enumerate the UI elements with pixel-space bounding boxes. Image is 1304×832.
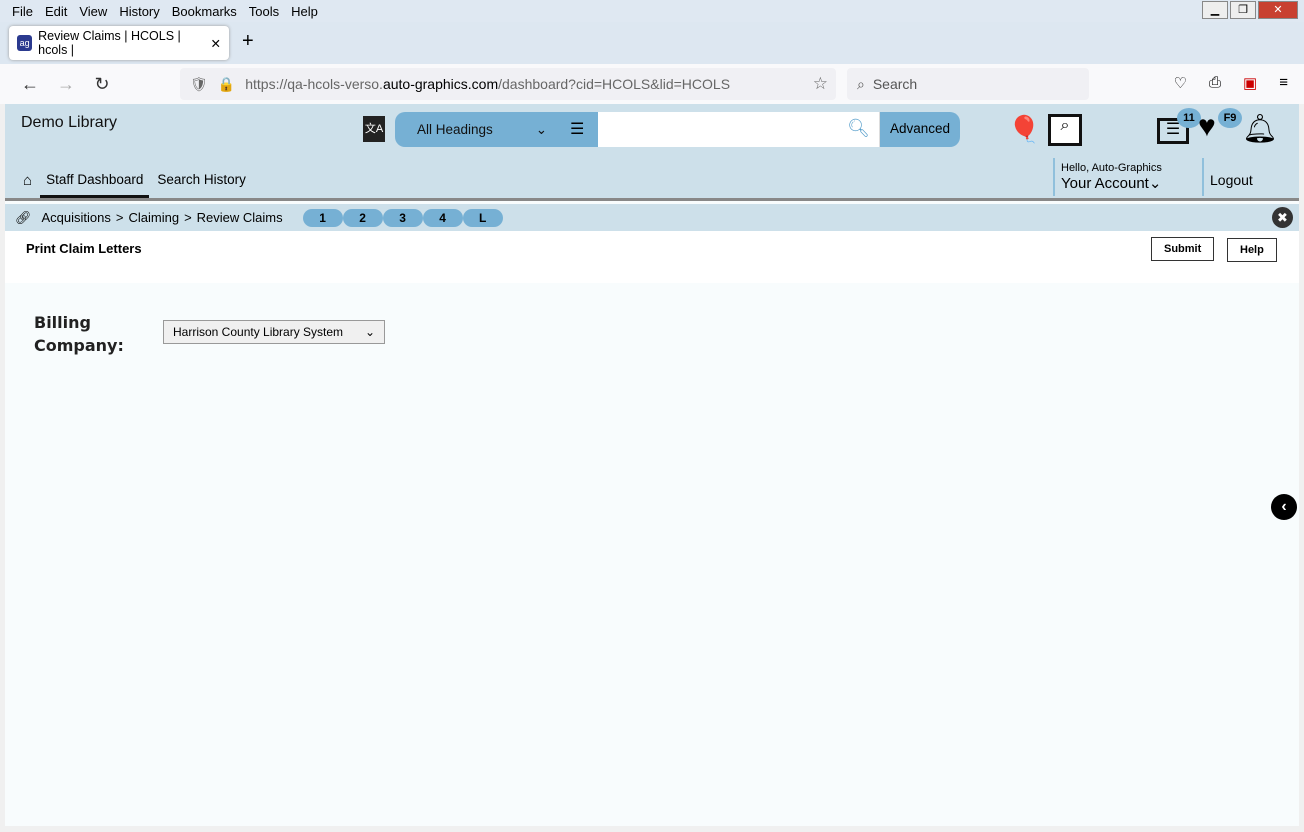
home-icon[interactable]: ⌂ (23, 172, 32, 198)
close-tab-icon[interactable]: ✕ (211, 36, 221, 51)
chevron-down-icon: ⌄ (535, 121, 547, 137)
crumb-acquisitions[interactable]: Acquisitions (42, 210, 111, 225)
step-pill-3[interactable]: 3 (382, 208, 423, 227)
page-title: Print Claim Letters (26, 241, 142, 256)
search-input[interactable] (598, 112, 880, 147)
bell-icon[interactable]: 🔔︎ (1242, 112, 1278, 145)
menu-file[interactable]: File (12, 4, 33, 19)
heading-select-value: All Headings (417, 121, 493, 137)
billing-company-label: Billing Company: (34, 313, 124, 355)
library-name: Demo Library (21, 114, 118, 131)
heading-select[interactable]: All Headings ⌄ (395, 122, 555, 138)
heart-icon[interactable]: ♥ (1198, 110, 1216, 144)
help-button[interactable]: Help (1227, 238, 1277, 262)
url-domain: auto-graphics.com (382, 76, 499, 92)
bookmark-star-icon[interactable]: ☆ (813, 74, 828, 94)
page: Demo Library 文A All Headings ⌄ ☰ 🔍︎ Advan… (5, 104, 1299, 826)
menu-bar: File Edit View History Bookmarks Tools H… (0, 0, 1304, 22)
crumb-review-claims[interactable]: Review Claims (197, 210, 283, 225)
chevron-down-icon: ⌄ (1148, 175, 1162, 192)
step-pill-4[interactable]: 4 (422, 208, 463, 227)
browser-search-input[interactable]: ⌕ Search (847, 68, 1089, 100)
url-prefix: https://qa-hcols-verso. (245, 76, 383, 92)
tab-title: Review Claims | HCOLS | hcols | (38, 29, 181, 57)
extension-icon[interactable]: ▣ (1243, 74, 1257, 92)
favicon-icon: ag (17, 35, 33, 51)
minimize-button[interactable]: ▁ (1202, 1, 1228, 19)
link-icon: 🔗︎ (15, 209, 32, 225)
search-box: All Headings ⌄ ☰ 🔍︎ Advanced (395, 112, 960, 147)
hamburger-menu-icon[interactable]: ≡ (1279, 74, 1288, 92)
submit-button[interactable]: Submit (1151, 237, 1215, 261)
url-suffix: /dashboard?cid=HCOLS&lid=HCOLS (498, 76, 731, 92)
step-pill-1[interactable]: 1 (302, 208, 343, 227)
account-menu[interactable]: Hello, Auto-Graphics Your Account⌄ (1053, 158, 1162, 196)
billing-company-value: Harrison County Library System (173, 325, 344, 339)
search-button-icon[interactable]: 🔍︎ (847, 118, 870, 139)
close-icon[interactable]: ✖ (1272, 207, 1293, 228)
menu-bookmarks[interactable]: Bookmarks (172, 4, 237, 19)
billing-company-select[interactable]: Harrison County Library System ⌄ (163, 320, 385, 344)
browser-tab[interactable]: ag Review Claims | HCOLS | hcols | ✕ (9, 26, 229, 60)
nav-staff-dashboard[interactable]: Staff Dashboard (40, 172, 150, 198)
chevron-down-icon: ⌄ (364, 325, 375, 339)
menu-history[interactable]: History (119, 4, 159, 19)
step-pill-2[interactable]: 2 (342, 208, 383, 227)
favorites-badge: F9 (1218, 108, 1242, 128)
crumb-claiming[interactable]: Claiming (128, 210, 179, 225)
maximize-button[interactable]: ❐ (1230, 1, 1256, 19)
print-icon[interactable]: ⎙ (1209, 74, 1221, 92)
greeting: Hello, Auto-Graphics (1061, 162, 1162, 174)
database-icon[interactable]: ☰ (570, 119, 584, 139)
your-account: Your Account (1061, 175, 1149, 192)
menu-view[interactable]: View (79, 4, 107, 19)
menu-help[interactable]: Help (291, 4, 318, 19)
nav-search-history[interactable]: Search History (157, 172, 246, 198)
search-placeholder: Search (872, 76, 918, 92)
balloon-icon[interactable]: 🎈 (1008, 114, 1040, 145)
step-pill-l[interactable]: L (462, 208, 503, 227)
translate-icon[interactable]: 文A (363, 116, 385, 142)
menu-tools[interactable]: Tools (249, 4, 279, 19)
breadcrumb: 🔗︎ Acquisitions > Claiming > Review Claims… (5, 204, 1299, 231)
lock-icon: 🔒 (217, 75, 236, 92)
film-search-icon[interactable]: ⌕ (1048, 114, 1082, 146)
pocket-icon[interactable]: ♡ (1174, 74, 1187, 92)
back-icon[interactable]: ← (12, 74, 48, 95)
advanced-search-button[interactable]: Advanced (890, 121, 950, 136)
close-window-button[interactable]: ✕ (1258, 1, 1298, 19)
url-bar[interactable]: 🛡 🔒 https://qa-hcols-verso. auto-graphics.c… (180, 68, 836, 100)
forward-icon[interactable]: → (48, 74, 84, 95)
chevron-left-icon[interactable]: ‹ (1271, 494, 1297, 520)
shield-icon: 🛡 (190, 75, 208, 92)
search-icon: ⌕ (857, 75, 865, 92)
logout-link[interactable]: Logout (1202, 158, 1253, 196)
reload-icon[interactable]: ↻ (84, 74, 120, 95)
menu-edit[interactable]: Edit (45, 4, 67, 19)
new-tab-button[interactable]: + (242, 30, 254, 53)
